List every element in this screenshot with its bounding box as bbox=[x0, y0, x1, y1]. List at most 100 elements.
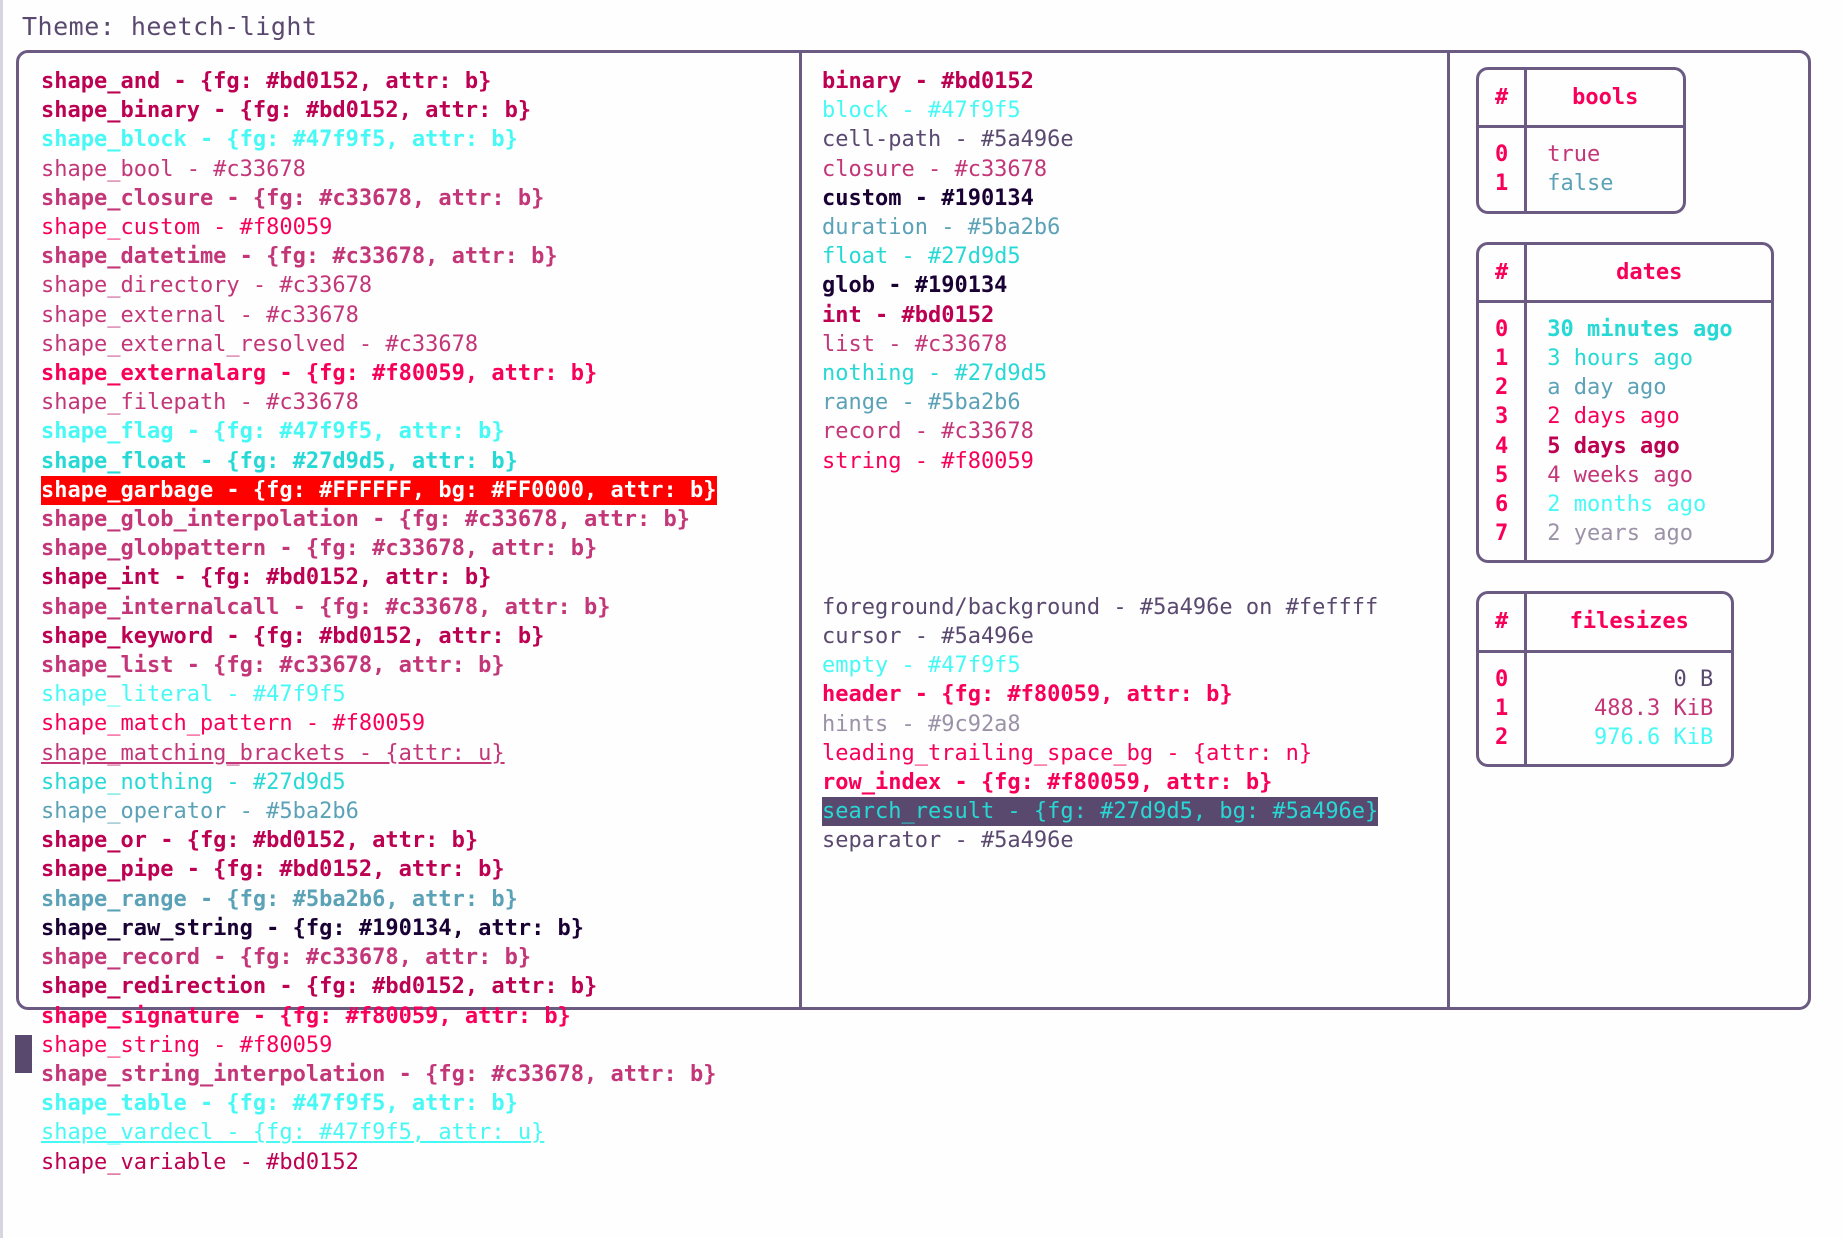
table-row: 0 0 B bbox=[1479, 652, 1731, 694]
ui-element-entry: row_index - {fg: #f80059, attr: b} bbox=[822, 770, 1273, 796]
row-index-cell: 2 bbox=[1479, 723, 1528, 765]
shape-entry: shape_globpattern - {fg: #c33678, attr: … bbox=[41, 536, 598, 562]
shape-entry: shape_or - {fg: #bd0152, attr: b} bbox=[41, 828, 479, 854]
shape-entry: shape_and - {fg: #bd0152, attr: b} bbox=[41, 69, 492, 94]
table-bools: # bools 0 true 1 false bbox=[1476, 67, 1687, 214]
shapes-list: shape_and - {fg: #bd0152, attr: b} shape_… bbox=[41, 67, 799, 1177]
type-entry: binary - #bd0152 bbox=[822, 69, 1034, 94]
shape-entry: shape_operator - #5ba2b6 bbox=[41, 799, 359, 825]
shape-entry: shape_datetime - {fg: #c33678, attr: b} bbox=[41, 244, 558, 270]
row-index-cell: 2 bbox=[1479, 373, 1528, 403]
row-index-cell: 1 bbox=[1479, 693, 1528, 724]
shape-entry: shape_custom - #f80059 bbox=[41, 215, 333, 241]
row-index-cell: 1 bbox=[1479, 169, 1528, 211]
ui-elements-list: foreground/background - #5a496e on #feff… bbox=[822, 593, 1447, 856]
table-row: 6 2 months ago bbox=[1479, 490, 1771, 520]
row-value-cell: 2 years ago bbox=[1547, 521, 1693, 547]
table-header-cell: # bbox=[1479, 70, 1528, 129]
shape-entry: shape_garbage - {fg: #FFFFFF, bg: #FF000… bbox=[41, 475, 717, 506]
row-value-cell: false bbox=[1547, 171, 1614, 197]
ui-element-entry: header - {fg: #f80059, attr: b} bbox=[822, 682, 1233, 708]
ui-element-entry: search_result - {fg: #27d9d5, bg: #5a496… bbox=[822, 797, 1379, 827]
table-row: 7 2 years ago bbox=[1479, 519, 1771, 561]
table-row: 2 a day ago bbox=[1479, 373, 1771, 403]
table-row: 1 3 hours ago bbox=[1479, 344, 1771, 374]
table-row: 2 976.6 KiB bbox=[1479, 723, 1731, 765]
shape-entry: shape_matching_brackets - {attr: u} bbox=[41, 740, 505, 766]
shape-entry: shape_closure - {fg: #c33678, attr: b} bbox=[41, 185, 545, 211]
shape-entry: shape_internalcall - {fg: #c33678, attr:… bbox=[41, 594, 611, 620]
ui-element-entry: leading_trailing_space_bg - {attr: n} bbox=[822, 740, 1313, 766]
shape-entry-wrapper: shape_garbage - {fg: #FFFFFF, bg: #FF000… bbox=[41, 475, 799, 506]
terminal-left-edge bbox=[0, 0, 3, 1238]
row-index-cell: 3 bbox=[1479, 402, 1528, 432]
shape-entry: shape_match_pattern - #f80059 bbox=[41, 711, 426, 737]
shape-entry: shape_range - {fg: #5ba2b6, attr: b} bbox=[41, 886, 518, 912]
type-entry: record - #c33678 bbox=[822, 419, 1034, 445]
type-entry: custom - #190134 bbox=[822, 185, 1034, 211]
row-index-cell: 7 bbox=[1479, 519, 1528, 561]
shape-entry: shape_string - #f80059 bbox=[41, 1032, 333, 1058]
ui-element-entry: separator - #5a496e bbox=[822, 828, 1074, 854]
tables-column: # bools 0 true 1 false # dates 0 30 minutes ago 1 3… bbox=[1447, 53, 1808, 1007]
shape-entry: shape_record - {fg: #c33678, attr: b} bbox=[41, 945, 532, 971]
table-header-row: # filesizes bbox=[1479, 594, 1732, 653]
row-value-cell: 976.6 KiB bbox=[1594, 725, 1714, 751]
shape-entry: shape_glob_interpolation - {fg: #c33678,… bbox=[41, 507, 691, 533]
table-row: 0 30 minutes ago bbox=[1479, 302, 1771, 345]
row-index-cell: 0 bbox=[1479, 128, 1528, 170]
row-value-cell: 488.3 KiB bbox=[1594, 695, 1714, 721]
table-row: 1 false bbox=[1479, 169, 1683, 211]
type-entry: float - #27d9d5 bbox=[822, 244, 1021, 270]
table-row: 4 5 days ago bbox=[1479, 431, 1771, 461]
table-header-cell: # bbox=[1479, 594, 1528, 653]
shape-entry: shape_external_resolved - #c33678 bbox=[41, 331, 479, 357]
ui-element-entry-wrapper: search_result - {fg: #27d9d5, bg: #5a496… bbox=[822, 797, 1447, 827]
row-value-cell: 3 hours ago bbox=[1547, 346, 1693, 372]
shape-entry: shape_signature - {fg: #f80059, attr: b} bbox=[41, 1003, 571, 1029]
row-value-cell: 5 days ago bbox=[1547, 433, 1680, 459]
type-entry: closure - #c33678 bbox=[822, 156, 1048, 182]
shape-entry: shape_literal - #47f9f5 bbox=[41, 682, 346, 708]
theme-label: Theme: heetch-light bbox=[22, 12, 318, 41]
ui-element-entry: cursor - #5a496e bbox=[822, 624, 1034, 650]
type-entry: cell-path - #5a496e bbox=[822, 127, 1074, 153]
table-row: 3 2 days ago bbox=[1479, 402, 1771, 432]
types-list: binary - #bd0152 block - #47f9f5 cell-path… bbox=[822, 67, 1447, 476]
row-value-cell: true bbox=[1547, 142, 1601, 168]
shapes-column: shape_and - {fg: #bd0152, attr: b} shape_… bbox=[19, 53, 799, 1175]
type-entry: int - #bd0152 bbox=[822, 302, 995, 328]
shape-entry: shape_raw_string - {fg: #190134, attr: b… bbox=[41, 915, 585, 941]
shape-entry: shape_filepath - #c33678 bbox=[41, 390, 359, 416]
row-index-cell: 6 bbox=[1479, 490, 1528, 520]
table-dates: # dates 0 30 minutes ago 1 3 hours ago 2 a day … bbox=[1476, 241, 1775, 564]
row-value-cell: 2 days ago bbox=[1547, 404, 1680, 430]
type-entry: range - #5ba2b6 bbox=[822, 390, 1021, 416]
terminal-cursor bbox=[15, 1035, 32, 1073]
shape-entry: shape_table - {fg: #47f9f5, attr: b} bbox=[41, 1091, 518, 1117]
table-filesizes: # filesizes 0 0 B 1 488.3 KiB 2 976.6 KiB bbox=[1476, 591, 1735, 768]
type-entry: block - #47f9f5 bbox=[822, 98, 1021, 124]
ui-element-entry: foreground/background - #5a496e on #feff… bbox=[822, 594, 1379, 620]
table-header-cell: bools bbox=[1527, 70, 1684, 129]
row-index-cell: 0 bbox=[1479, 652, 1528, 694]
type-entry: glob - #190134 bbox=[822, 273, 1008, 299]
shape-entry: shape_variable - #bd0152 bbox=[41, 1149, 359, 1175]
shape-entry: shape_binary - {fg: #bd0152, attr: b} bbox=[41, 98, 532, 124]
shape-entry: shape_flag - {fg: #47f9f5, attr: b} bbox=[41, 419, 505, 445]
row-index-cell: 4 bbox=[1479, 431, 1528, 461]
table-row: 0 true bbox=[1479, 128, 1683, 170]
row-index-cell: 1 bbox=[1479, 344, 1528, 374]
row-value-cell: 4 weeks ago bbox=[1547, 462, 1693, 488]
row-value-cell: 0 B bbox=[1673, 666, 1714, 692]
ui-element-entry: hints - #9c92a8 bbox=[822, 711, 1021, 737]
row-value-cell: 2 months ago bbox=[1547, 492, 1707, 518]
table-header-row: # dates bbox=[1479, 244, 1772, 303]
shape-entry: shape_list - {fg: #c33678, attr: b} bbox=[41, 653, 505, 679]
type-entry: duration - #5ba2b6 bbox=[822, 215, 1061, 241]
shape-entry: shape_vardecl - {fg: #47f9f5, attr: u} bbox=[41, 1120, 545, 1146]
type-entry: nothing - #27d9d5 bbox=[822, 361, 1048, 387]
table-row: 5 4 weeks ago bbox=[1479, 460, 1771, 491]
row-index-cell: 5 bbox=[1479, 460, 1528, 491]
row-value-cell: a day ago bbox=[1547, 375, 1667, 401]
